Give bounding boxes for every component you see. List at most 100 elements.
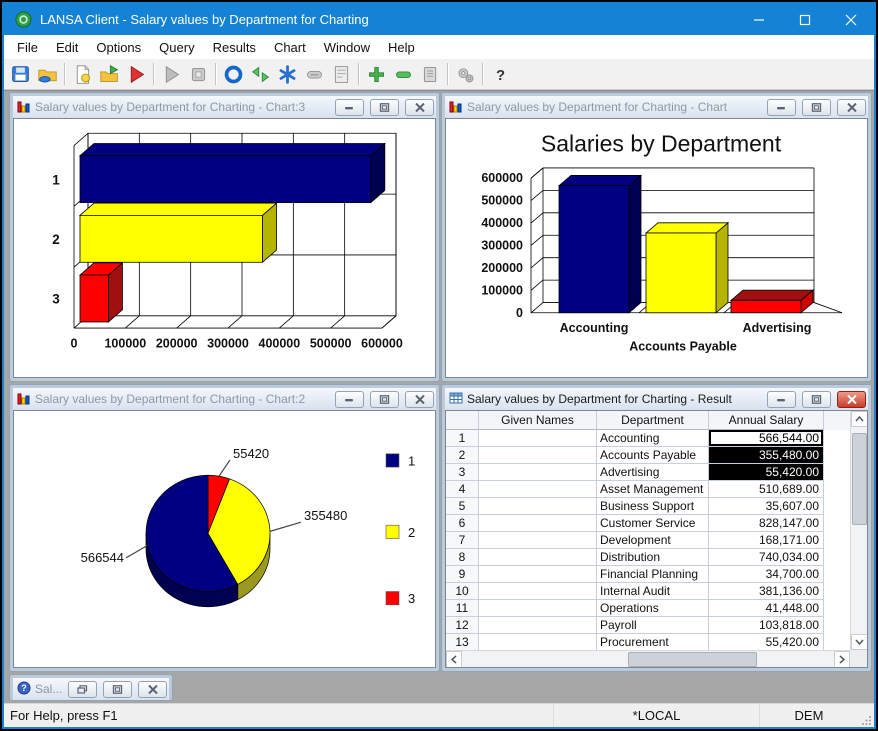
menu-item-help[interactable]: Help <box>379 37 424 58</box>
band-button[interactable] <box>301 61 328 87</box>
scroll-right-button[interactable] <box>834 651 850 668</box>
minimize-button[interactable] <box>335 99 364 116</box>
close-button[interactable] <box>138 681 167 698</box>
annual-salary-cell[interactable]: 55,420.00 <box>709 464 824 481</box>
annual-salary-cell[interactable]: 103,818.00 <box>709 617 824 634</box>
scroll-left-button[interactable] <box>446 651 462 668</box>
department-cell[interactable]: Advertising <box>597 464 709 481</box>
given-names-cell[interactable] <box>479 481 597 498</box>
given-names-cell[interactable] <box>479 515 597 532</box>
window-titlebar[interactable]: Salary values by Department for Charting… <box>445 388 868 410</box>
given-names-cell[interactable] <box>479 634 597 650</box>
column-header-annual-salary[interactable]: Annual Salary <box>709 411 824 430</box>
new-query-button[interactable] <box>69 61 96 87</box>
menu-item-results[interactable]: Results <box>204 37 265 58</box>
row-number-cell[interactable]: 1 <box>446 430 479 447</box>
row-number-cell[interactable]: 11 <box>446 600 479 617</box>
window-titlebar[interactable]: Salary values by Department for Charting… <box>13 388 436 410</box>
vertical-scrollbar[interactable] <box>850 411 867 650</box>
row-number-cell[interactable]: 6 <box>446 515 479 532</box>
annual-salary-cell[interactable]: 35,607.00 <box>709 498 824 515</box>
main-titlebar[interactable]: LANSA Client - Salary values by Departme… <box>4 4 874 35</box>
annual-salary-cell[interactable]: 355,480.00 <box>709 447 824 464</box>
minimize-button[interactable] <box>767 391 796 408</box>
department-cell[interactable]: Financial Planning <box>597 566 709 583</box>
maximize-button[interactable] <box>103 681 132 698</box>
snowflake-button[interactable] <box>274 61 301 87</box>
department-cell[interactable]: Development <box>597 532 709 549</box>
row-number-cell[interactable]: 9 <box>446 566 479 583</box>
close-button[interactable] <box>405 391 434 408</box>
department-cell[interactable]: Customer Service <box>597 515 709 532</box>
row-number-cell[interactable]: 10 <box>446 583 479 600</box>
annual-salary-cell[interactable]: 34,700.00 <box>709 566 824 583</box>
annual-salary-cell[interactable]: 510,689.00 <box>709 481 824 498</box>
settings-button[interactable] <box>452 61 479 87</box>
row-number-cell[interactable]: 8 <box>446 549 479 566</box>
menu-item-window[interactable]: Window <box>315 37 379 58</box>
chart-circle-button[interactable] <box>220 61 247 87</box>
minimize-button[interactable] <box>335 391 364 408</box>
help-button[interactable]: ? <box>487 61 514 87</box>
given-names-cell[interactable] <box>479 617 597 634</box>
department-cell[interactable]: Operations <box>597 600 709 617</box>
given-names-cell[interactable] <box>479 549 597 566</box>
window-titlebar[interactable]: Salary values by Department for Charting… <box>13 96 436 118</box>
column-header-given-names[interactable]: Given Names <box>479 411 597 430</box>
annual-salary-cell[interactable]: 740,034.00 <box>709 549 824 566</box>
minimize-button[interactable] <box>736 4 782 35</box>
transfer-button[interactable] <box>247 61 274 87</box>
given-names-cell[interactable] <box>479 532 597 549</box>
menu-item-edit[interactable]: Edit <box>47 37 87 58</box>
restore-button[interactable] <box>68 681 97 698</box>
row-number-cell[interactable]: 2 <box>446 447 479 464</box>
given-names-cell[interactable] <box>479 447 597 464</box>
maximize-button[interactable] <box>782 4 828 35</box>
scrollbar-thumb[interactable] <box>852 433 867 525</box>
given-names-cell[interactable] <box>479 566 597 583</box>
department-cell[interactable]: Internal Audit <box>597 583 709 600</box>
annual-salary-cell[interactable]: 828,147.00 <box>709 515 824 532</box>
department-cell[interactable]: Payroll <box>597 617 709 634</box>
open-button[interactable] <box>34 61 61 87</box>
annual-salary-cell[interactable]: 381,136.00 <box>709 583 824 600</box>
remove-row-button[interactable] <box>390 61 417 87</box>
column-header-rownum[interactable] <box>446 411 479 430</box>
window-titlebar[interactable]: ? Sal... <box>13 678 169 700</box>
close-button[interactable] <box>828 4 874 35</box>
maximize-button[interactable] <box>802 391 831 408</box>
layout-button[interactable] <box>328 61 355 87</box>
department-cell[interactable]: Asset Management <box>597 481 709 498</box>
row-number-cell[interactable]: 13 <box>446 634 479 650</box>
column-header-department[interactable]: Department <box>597 411 709 430</box>
resize-grip[interactable] <box>858 704 874 727</box>
row-number-cell[interactable]: 3 <box>446 464 479 481</box>
stop-button[interactable] <box>185 61 212 87</box>
scroll-down-button[interactable] <box>851 634 868 650</box>
close-button[interactable] <box>405 99 434 116</box>
horizontal-scrollbar[interactable] <box>446 650 850 667</box>
menu-item-query[interactable]: Query <box>150 37 203 58</box>
notes-button[interactable] <box>417 61 444 87</box>
maximize-button[interactable] <box>802 99 831 116</box>
annual-salary-cell[interactable]: 168,171.00 <box>709 532 824 549</box>
annual-salary-cell[interactable]: 55,420.00 <box>709 634 824 650</box>
department-cell[interactable]: Procurement <box>597 634 709 650</box>
annual-salary-cell[interactable]: 566,544.00 <box>709 430 824 447</box>
maximize-button[interactable] <box>370 391 399 408</box>
window-titlebar[interactable]: Salary values by Department for Charting… <box>445 96 868 118</box>
menu-item-chart[interactable]: Chart <box>265 37 315 58</box>
given-names-cell[interactable] <box>479 498 597 515</box>
row-number-cell[interactable]: 12 <box>446 617 479 634</box>
row-number-cell[interactable]: 7 <box>446 532 479 549</box>
department-cell[interactable]: Business Support <box>597 498 709 515</box>
given-names-cell[interactable] <box>479 430 597 447</box>
maximize-button[interactable] <box>370 99 399 116</box>
minimize-button[interactable] <box>767 99 796 116</box>
run-query-button[interactable] <box>123 61 150 87</box>
given-names-cell[interactable] <box>479 464 597 481</box>
run-button[interactable] <box>158 61 185 87</box>
close-button[interactable] <box>837 99 866 116</box>
department-cell[interactable]: Distribution <box>597 549 709 566</box>
menu-item-options[interactable]: Options <box>87 37 150 58</box>
